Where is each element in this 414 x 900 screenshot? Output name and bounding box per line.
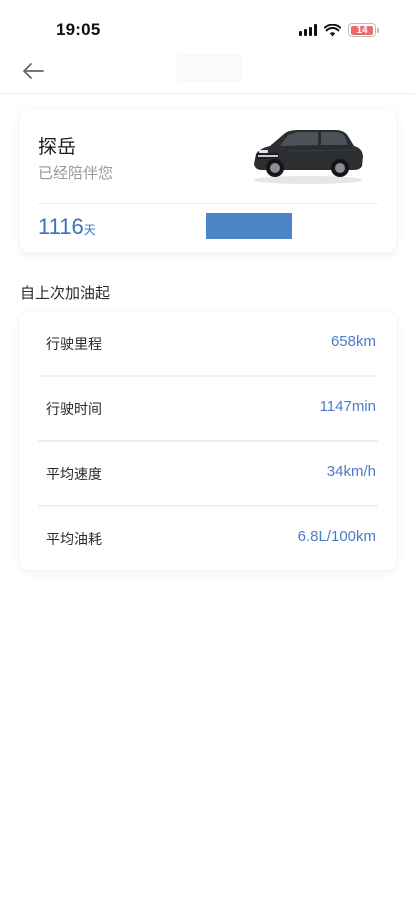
stat-value: 658km xyxy=(330,333,376,350)
stat-row-mileage: 行驶里程 658km xyxy=(38,312,378,377)
stat-value: 6.8L/100km xyxy=(297,528,376,545)
wifi-icon xyxy=(324,23,341,37)
battery-icon: 14 xyxy=(348,23,379,37)
stat-row-drive-time: 行驶时间 1147min xyxy=(38,377,378,442)
stat-value: 1147min xyxy=(319,398,376,415)
days-number: 1116 xyxy=(38,214,84,239)
redacted-block xyxy=(206,213,292,239)
nav-title-placeholder xyxy=(176,54,242,82)
days-unit: 天 xyxy=(83,223,96,237)
stat-row-avg-speed: 平均速度 34km/h xyxy=(38,442,378,507)
days-together: 1116天 xyxy=(38,214,96,240)
stat-row-avg-fuel: 平均油耗 6.8L/100km xyxy=(38,507,378,572)
arrow-left-icon xyxy=(23,63,44,79)
signal-icon xyxy=(299,24,317,36)
vehicle-subtitle: 已经陪伴您 xyxy=(38,164,114,182)
nav-bar xyxy=(0,48,414,94)
status-icons: 14 xyxy=(299,22,379,38)
status-time: 19:05 xyxy=(56,20,101,39)
back-button[interactable] xyxy=(18,56,48,86)
stat-label: 行驶里程 xyxy=(46,337,102,353)
stat-label: 平均速度 xyxy=(46,467,102,483)
status-bar: 19:05 14 xyxy=(0,0,414,48)
vehicle-card[interactable]: 探岳 已经陪伴您 1116天 xyxy=(20,110,396,252)
car-image xyxy=(254,130,363,184)
battery-level: 14 xyxy=(356,24,368,36)
section-title: 自上次加油起 xyxy=(20,284,111,302)
divider xyxy=(38,203,378,204)
stat-label: 行驶时间 xyxy=(46,402,102,418)
stats-card: 行驶里程 658km 行驶时间 1147min 平均速度 34km/h 平均油耗… xyxy=(20,312,396,570)
vehicle-name: 探岳 xyxy=(38,136,77,158)
stat-value: 34km/h xyxy=(326,463,376,480)
stat-label: 平均油耗 xyxy=(46,532,102,548)
